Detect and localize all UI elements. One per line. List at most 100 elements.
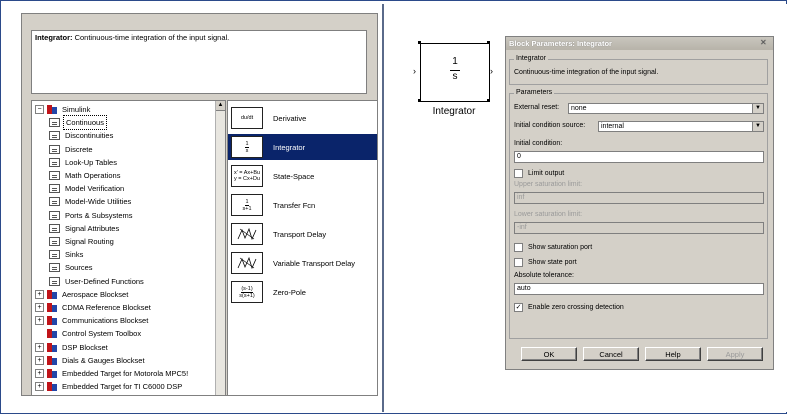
transport-delay-icon: [231, 223, 263, 245]
tree-item[interactable]: Discontinuities: [49, 129, 115, 142]
show-sat-port-checkbox[interactable]: Show saturation port: [514, 243, 592, 252]
integrator-block[interactable]: 1 s: [420, 43, 490, 102]
abs-tol-label: Absolute tolerance:: [514, 272, 574, 279]
library-icon: [47, 329, 57, 339]
expand-icon[interactable]: +: [35, 395, 44, 396]
zero-crossing-checkbox[interactable]: ✓ Enable zero crossing detection: [514, 303, 624, 312]
tree-item[interactable]: + Fixed-Point Blockset: [35, 393, 132, 396]
expand-icon[interactable]: +: [35, 342, 44, 352]
tree-item[interactable]: Signal Attributes: [49, 222, 121, 235]
transport-delay-icon: [231, 252, 263, 274]
external-reset-dropdown[interactable]: none ▼: [568, 103, 764, 114]
expand-icon[interactable]: +: [35, 316, 44, 326]
block-icon: du/dt: [231, 107, 263, 129]
tree-item[interactable]: Model Verification: [49, 182, 126, 195]
block-icon-text: (s-1): [241, 285, 253, 293]
tree-item[interactable]: Math Operations: [49, 169, 122, 182]
upper-sat-input[interactable]: inf: [514, 192, 764, 204]
collapse-icon[interactable]: −: [35, 105, 44, 114]
ic-input[interactable]: 0: [514, 151, 764, 163]
tree-item-label: Continuous: [63, 115, 107, 131]
tree-scrollbar[interactable]: ▲: [215, 101, 225, 395]
block-list-item[interactable]: du/dt Derivative: [228, 105, 377, 131]
checkbox-box[interactable]: [514, 169, 523, 178]
integrator-numerator: 1: [452, 56, 458, 67]
expand-icon[interactable]: +: [35, 303, 44, 312]
ok-button[interactable]: OK: [521, 347, 577, 361]
integrator-denominator: s: [452, 71, 458, 82]
tree-item[interactable]: User-Defined Functions: [49, 275, 146, 288]
limit-output-checkbox[interactable]: Limit output: [514, 169, 564, 178]
checkbox-box[interactable]: [514, 258, 523, 267]
lower-sat-input[interactable]: -inf: [514, 222, 764, 234]
tree-item-label: CDMA Reference Blockset: [62, 303, 151, 312]
tree-item-label: Discontinuities: [65, 131, 114, 141]
tree-item[interactable]: Sinks: [49, 248, 85, 261]
tree-item[interactable]: Sources: [49, 261, 95, 274]
check-icon[interactable]: ✓: [514, 303, 523, 312]
dialog-title-bar[interactable]: Block Parameters: Integrator ✕: [506, 37, 773, 50]
library-icon: [47, 382, 57, 392]
show-state-port-label: Show state port: [528, 259, 577, 266]
block-icon-text: s+1: [242, 205, 252, 212]
tree-item[interactable]: + Embedded Target for Motorola MPC5!: [35, 367, 190, 380]
cancel-button[interactable]: Cancel: [583, 347, 639, 361]
block-list-item[interactable]: 1 s+1 Transfer Fcn: [228, 192, 377, 218]
expand-icon[interactable]: +: [35, 382, 44, 392]
description-title: Integrator:: [35, 33, 73, 42]
tree-item[interactable]: Discrete: [49, 143, 95, 156]
library-toolbar: [22, 14, 377, 23]
tree-item[interactable]: Ports & Subsystems: [49, 209, 135, 222]
tree-item-label: Control System Toolbox: [62, 329, 142, 339]
expand-icon[interactable]: +: [35, 355, 44, 365]
library-tree[interactable]: ▲ − Simulink Continuous Discontinuities Disc…: [31, 100, 226, 396]
chevron-down-icon[interactable]: ▼: [752, 122, 763, 131]
chevron-down-icon[interactable]: ▼: [752, 104, 763, 113]
checkbox-box[interactable]: [514, 243, 523, 252]
input-port-icon[interactable]: ›: [413, 66, 416, 76]
show-state-port-checkbox[interactable]: Show state port: [514, 258, 577, 267]
ic-label: Initial condition:: [514, 140, 563, 147]
abs-tol-input[interactable]: auto: [514, 283, 764, 295]
block-list-item[interactable]: x' = Ax+Bu y = Cx+Du State-Space: [228, 163, 377, 189]
library-icon: [47, 316, 57, 326]
close-icon[interactable]: ✕: [760, 38, 769, 47]
help-button[interactable]: Help: [645, 347, 701, 361]
tree-item[interactable]: Control System Toolbox: [35, 327, 143, 340]
block-list-item[interactable]: (s-1) s(s+1) Zero-Pole: [228, 279, 377, 305]
resize-handle[interactable]: [487, 99, 490, 102]
tree-item[interactable]: + DSP Blockset: [35, 341, 110, 354]
tree-item-label: Sinks: [65, 250, 84, 260]
block-list-item[interactable]: Transport Delay: [228, 221, 377, 247]
block-list[interactable]: du/dt Derivative 1 s Integrator x' = Ax+Bu y =…: [227, 100, 377, 395]
tree-item[interactable]: + Communications Blockset: [35, 314, 150, 327]
tree-item[interactable]: Continuous: [49, 115, 107, 131]
tree-item[interactable]: + Dials & Gauges Blockset: [35, 354, 147, 367]
tree-item-label: DSP Blockset: [62, 342, 108, 352]
tree-item[interactable]: − Simulink: [35, 103, 92, 116]
resize-handle[interactable]: [487, 41, 490, 44]
tree-item-label: Aerospace Blockset: [62, 289, 129, 299]
resize-handle[interactable]: [418, 99, 421, 102]
sublibrary-icon: [49, 210, 60, 220]
ic-source-dropdown[interactable]: internal ▼: [598, 121, 764, 132]
tree-item[interactable]: Look-Up Tables: [49, 156, 119, 169]
block-icon-text: du/dt: [240, 115, 254, 121]
expand-icon[interactable]: +: [35, 369, 44, 378]
tree-item[interactable]: + CDMA Reference Blockset: [35, 301, 153, 314]
upper-sat-label: Upper saturation limit:: [514, 181, 583, 188]
block-list-item[interactable]: 1 s Integrator: [228, 134, 377, 160]
block-list-item[interactable]: Variable Transport Delay: [228, 250, 377, 276]
sublibrary-icon: [49, 144, 60, 154]
scroll-up-arrow-icon[interactable]: ▲: [216, 101, 225, 111]
tree-item[interactable]: + Embedded Target for TI C6000 DSP: [35, 380, 184, 393]
expand-icon[interactable]: +: [35, 289, 44, 299]
apply-button[interactable]: Apply: [707, 347, 763, 361]
tree-item[interactable]: Signal Routing: [49, 235, 116, 248]
block-name: Variable Transport Delay: [273, 258, 355, 268]
tree-item[interactable]: + Aerospace Blockset: [35, 288, 130, 301]
output-port-icon[interactable]: ›: [490, 66, 493, 76]
tree-item[interactable]: Model-Wide Utilities: [49, 195, 133, 208]
resize-handle[interactable]: [418, 41, 421, 44]
integrator-block-label[interactable]: Integrator: [420, 106, 488, 117]
